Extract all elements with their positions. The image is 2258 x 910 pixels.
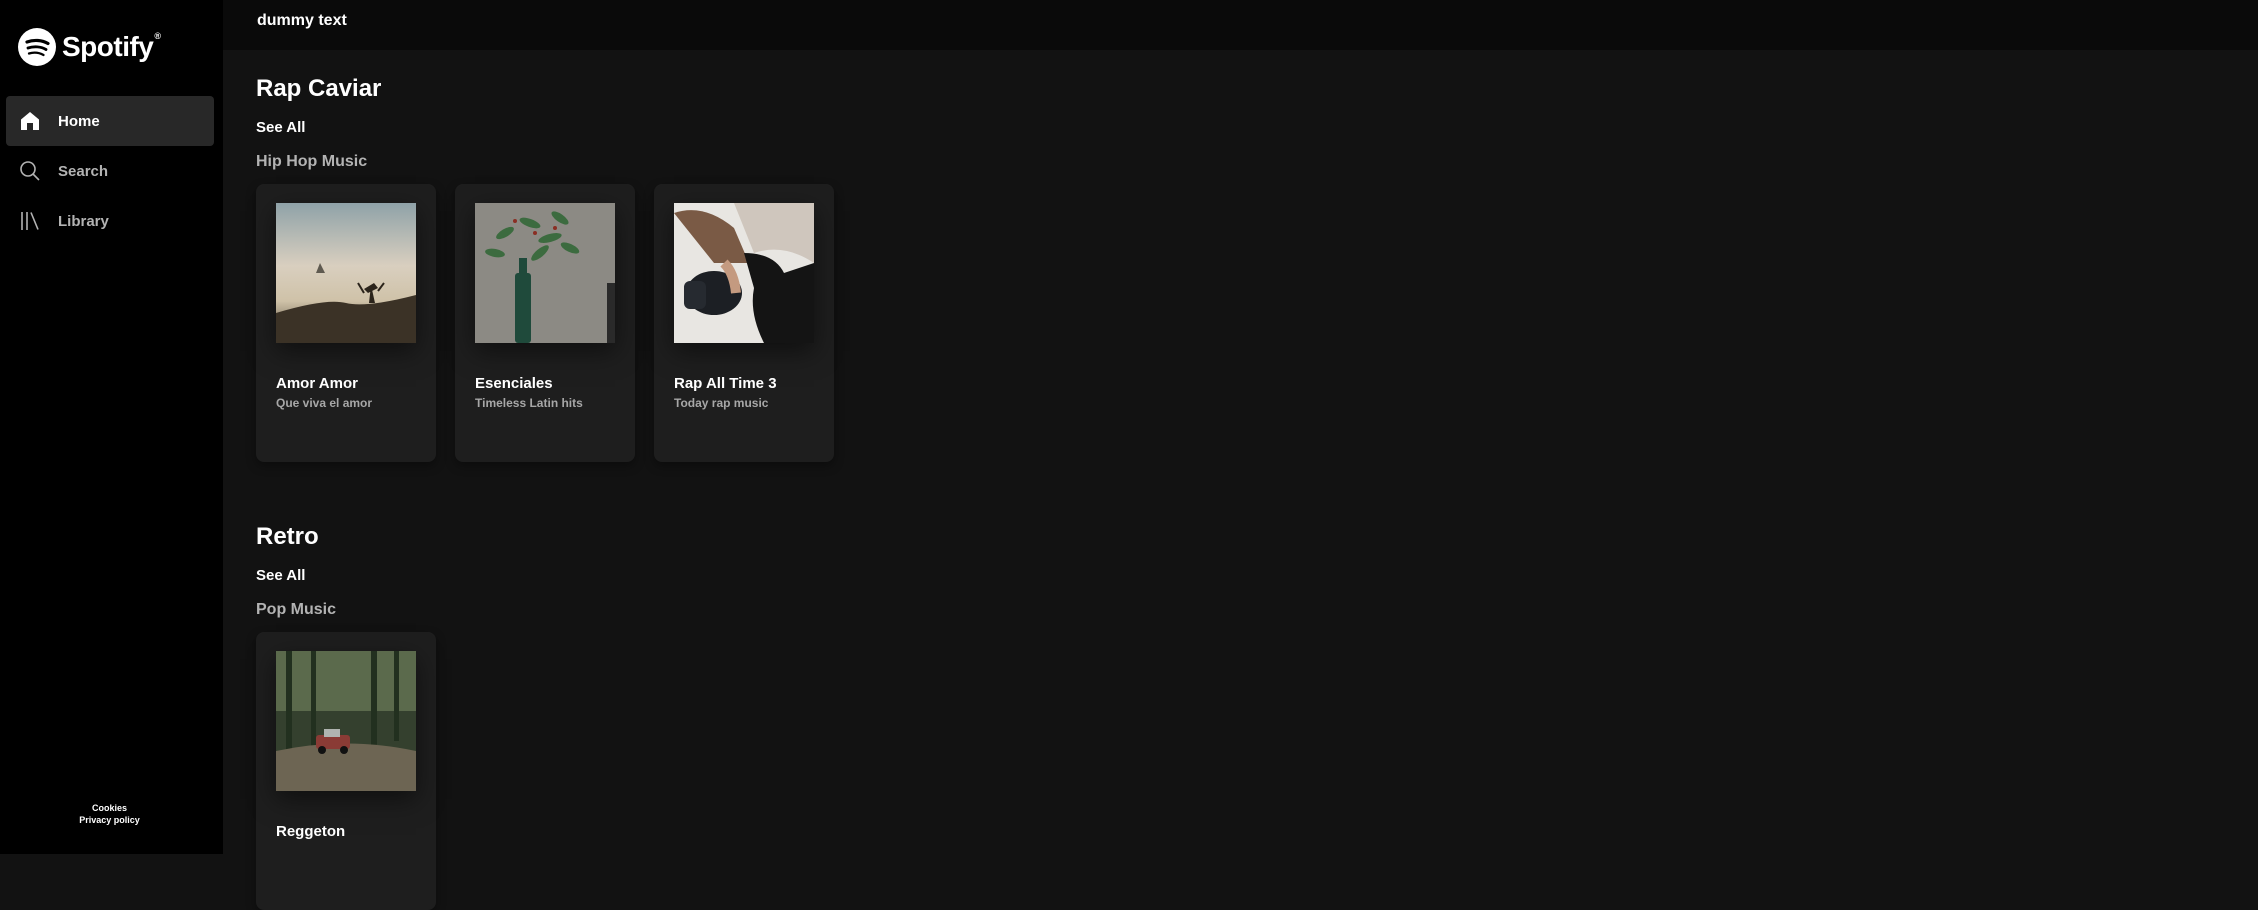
card-subtitle: Today rap music	[674, 396, 769, 410]
sidebar-item-label: Search	[58, 162, 109, 180]
cover-image	[276, 203, 416, 343]
sidebar-item-label: Home	[58, 112, 100, 130]
cookies-link[interactable]: Cookies	[0, 802, 219, 814]
section-rap-caviar: Rap Caviar See All Hip Hop Music Amor Am…	[256, 74, 853, 462]
topbar-text: dummy text	[257, 12, 347, 29]
card-row: Reggeton	[256, 632, 455, 910]
card-subtitle: Timeless Latin hits	[475, 396, 583, 410]
spotify-logo-icon	[18, 28, 56, 66]
section-subtitle: Pop Music	[256, 601, 337, 618]
sidebar-item-search[interactable]: Search	[6, 146, 214, 196]
card-row: Amor Amor Que viva el amor Esenciales Ti…	[256, 184, 853, 462]
sidebar-item-library[interactable]: Library	[6, 196, 214, 246]
card-title: Esenciales	[475, 375, 553, 392]
playlist-card-amor-amor[interactable]: Amor Amor Que viva el amor	[256, 184, 436, 462]
sidebar-item-home[interactable]: Home	[6, 96, 214, 146]
section-retro: Retro See All Pop Music Reggeton	[256, 522, 455, 910]
home-icon	[18, 109, 42, 133]
library-icon	[18, 209, 42, 233]
card-title: Rap All Time 3	[674, 375, 777, 392]
main-content: Rap Caviar See All Hip Hop Music Amor Am…	[223, 50, 2258, 910]
legal-links: Cookies Privacy policy	[0, 802, 219, 826]
playlist-card-esenciales[interactable]: Esenciales Timeless Latin hits	[455, 184, 635, 462]
card-subtitle: Que viva el amor	[276, 396, 373, 410]
cover-image	[674, 203, 814, 343]
sidebar: Spotify® Home Search Library Cookies Pri…	[0, 0, 223, 854]
spotify-wordmark: Spotify®	[62, 31, 161, 62]
cover-image	[276, 651, 416, 791]
playlist-card-rap-all-time-3[interactable]: Rap All Time 3 Today rap music	[654, 184, 834, 462]
search-icon	[18, 159, 42, 183]
card-title: Amor Amor	[276, 375, 358, 392]
section-title: Retro	[256, 523, 319, 550]
playlist-card-reggeton[interactable]: Reggeton	[256, 632, 436, 910]
section-title: Rap Caviar	[256, 75, 382, 102]
privacy-policy-link[interactable]: Privacy policy	[0, 814, 219, 826]
sidebar-item-label: Library	[58, 212, 109, 230]
spotify-logo[interactable]: Spotify®	[18, 28, 161, 66]
top-bar: dummy text	[223, 0, 2258, 50]
see-all-link[interactable]: See All	[256, 566, 455, 586]
section-subtitle: Hip Hop Music	[256, 153, 368, 170]
see-all-link[interactable]: See All	[256, 118, 853, 138]
cover-image	[475, 203, 615, 343]
sidebar-nav: Home Search Library	[6, 96, 214, 246]
card-title: Reggeton	[276, 823, 346, 840]
